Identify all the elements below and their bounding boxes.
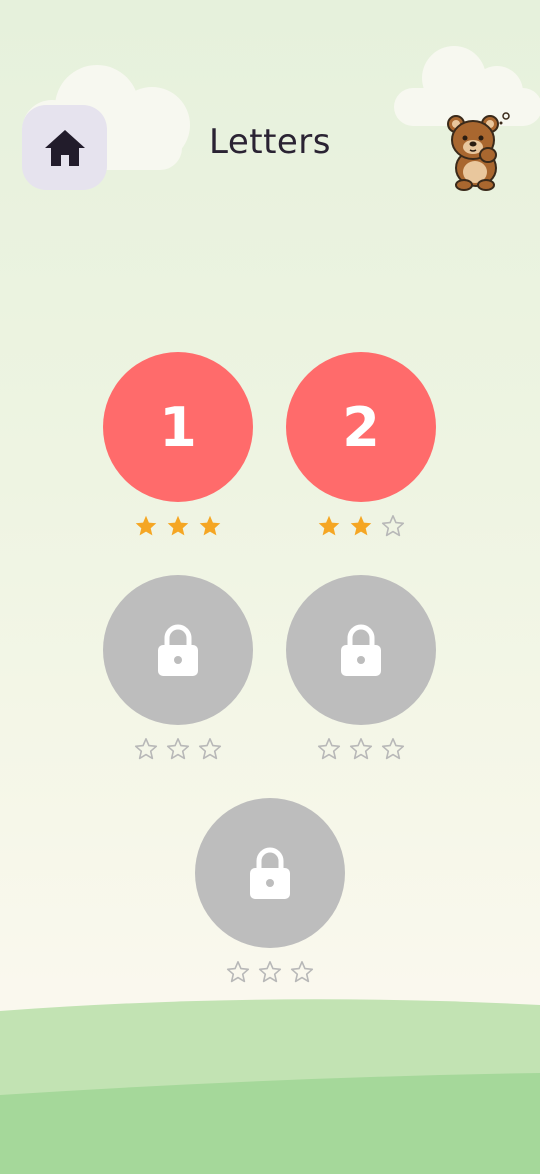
level-1-button[interactable]: 1 bbox=[103, 352, 253, 502]
star-filled-icon bbox=[350, 515, 372, 536]
lock-icon bbox=[250, 847, 290, 899]
star-empty-icon bbox=[317, 738, 341, 760]
star-empty-icon bbox=[381, 738, 405, 760]
level-2-stars bbox=[286, 514, 436, 538]
star-empty-icon bbox=[381, 515, 405, 537]
level-number: 1 bbox=[159, 395, 197, 459]
level-5-locked-button[interactable] bbox=[195, 798, 345, 948]
level-3-stars bbox=[103, 737, 253, 761]
level-2-button[interactable]: 2 bbox=[286, 352, 436, 502]
bear-mascot-icon bbox=[447, 112, 510, 191]
level-5-stars bbox=[195, 960, 345, 984]
hills bbox=[0, 999, 540, 1174]
star-empty-icon bbox=[166, 738, 190, 760]
star-empty-icon bbox=[290, 961, 314, 983]
star-filled-icon bbox=[167, 515, 189, 536]
level-1-stars bbox=[103, 514, 253, 538]
star-filled-icon bbox=[135, 515, 157, 536]
star-empty-icon bbox=[349, 738, 373, 760]
level-3-locked-button[interactable] bbox=[103, 575, 253, 725]
star-empty-icon bbox=[134, 738, 158, 760]
star-empty-icon bbox=[258, 961, 282, 983]
star-empty-icon bbox=[226, 961, 250, 983]
star-filled-icon bbox=[199, 515, 221, 536]
lock-icon bbox=[341, 624, 381, 676]
level-4-stars bbox=[286, 737, 436, 761]
level-number: 2 bbox=[342, 395, 380, 459]
lock-icon bbox=[158, 624, 198, 676]
star-filled-icon bbox=[318, 515, 340, 536]
star-empty-icon bbox=[198, 738, 222, 760]
level-4-locked-button[interactable] bbox=[286, 575, 436, 725]
